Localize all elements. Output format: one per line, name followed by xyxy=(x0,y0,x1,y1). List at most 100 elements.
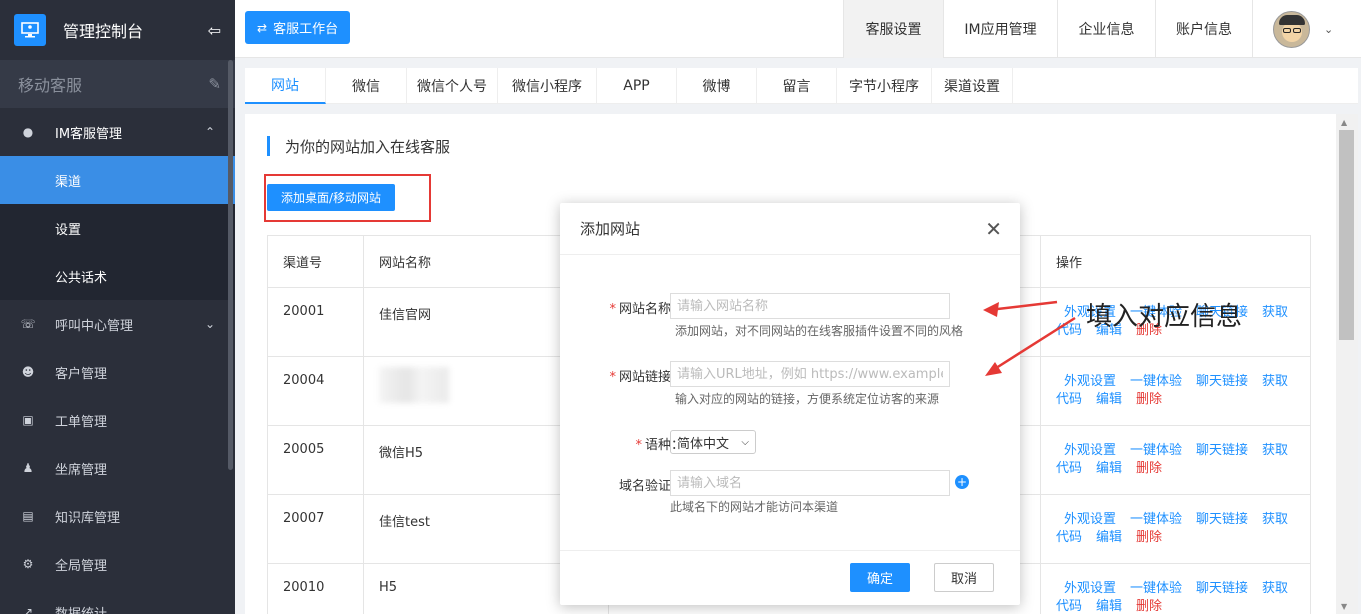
try-link[interactable]: 一键体验 xyxy=(1130,512,1182,527)
tab-channel-settings[interactable]: 渠道设置 xyxy=(932,68,1013,104)
annotation-text: 填入对应信息 xyxy=(1086,302,1243,332)
get-code-link[interactable]: 获取 xyxy=(1262,374,1288,389)
nav-label: 客服设置 xyxy=(865,22,922,38)
sidebar-item-stats[interactable]: ↗ 数据统计 xyxy=(0,588,235,614)
sidebar-item-customers[interactable]: ☻ 客户管理 xyxy=(0,348,235,396)
sidebar-item-public-phrases[interactable]: 公共话术 xyxy=(0,252,235,300)
get-code-link[interactable]: 获取 xyxy=(1262,443,1288,458)
sidebar-item-label: 坐席管理 xyxy=(55,462,108,478)
workbench-button[interactable]: ⇄ 客服工作台 xyxy=(245,11,351,44)
sidebar-item-label: 工单管理 xyxy=(55,414,108,430)
sidebar-subtitle[interactable]: 移动客服 ✎ xyxy=(0,60,235,108)
sidebar-item-tickets[interactable]: ▣ 工单管理 xyxy=(0,396,235,444)
tab-wechat[interactable]: 微信 xyxy=(326,68,407,104)
tab-bytedance-miniprogram[interactable]: 字节小程序 xyxy=(837,68,932,104)
tab-message[interactable]: 留言 xyxy=(757,68,837,104)
sidebar-item-knowledge[interactable]: ▤ 知识库管理 xyxy=(0,492,235,540)
site-name-input[interactable] xyxy=(670,293,950,319)
sidebar-item-call-center[interactable]: ☏ 呼叫中心管理 ⌄ xyxy=(0,300,235,348)
edit-icon[interactable]: ✎ xyxy=(208,75,221,93)
tab-label: 渠道设置 xyxy=(944,79,1000,95)
nav-company-info[interactable]: 企业信息 xyxy=(1057,0,1155,58)
workbench-label: 客服工作台 xyxy=(273,22,339,37)
edit-link[interactable]: 编辑 xyxy=(1096,599,1122,614)
dialog-header: 添加网站 ✕ xyxy=(560,203,1020,255)
edit-link[interactable]: 编辑 xyxy=(1096,461,1122,476)
nav-service-settings[interactable]: 客服设置 xyxy=(843,0,943,58)
domain-input[interactable] xyxy=(670,470,950,496)
get-code-link[interactable]: 获取 xyxy=(1262,581,1288,596)
sidebar: 管理控制台 ⇦ 移动客服 ✎ ● IM客服管理 ⌃ 渠道 设置 公共话术 ☏ 呼… xyxy=(0,0,235,614)
blurred-site-name xyxy=(379,367,449,403)
scroll-up-icon[interactable]: ▲ xyxy=(1341,118,1347,127)
close-icon[interactable]: ✕ xyxy=(985,217,1002,241)
appearance-link[interactable]: 外观设置 xyxy=(1064,581,1116,596)
code-link[interactable]: 代码 xyxy=(1056,599,1082,614)
tab-app[interactable]: APP xyxy=(597,68,677,104)
sidebar-item-channel[interactable]: 渠道 xyxy=(0,156,235,204)
col-channel-id: 渠道号 xyxy=(267,235,364,288)
chat-link[interactable]: 聊天链接 xyxy=(1196,374,1248,389)
edit-link[interactable]: 编辑 xyxy=(1096,530,1122,545)
tab-label: 留言 xyxy=(782,79,811,95)
delete-link[interactable]: 删除 xyxy=(1136,530,1162,545)
sidebar-scrollbar[interactable] xyxy=(228,60,233,470)
collapse-menu-icon[interactable]: ⇦ xyxy=(208,21,221,40)
language-select[interactable]: 简体中文 ⌵ xyxy=(670,430,756,454)
top-nav: 客服设置 IM应用管理 企业信息 账户信息 xyxy=(843,0,1252,58)
code-link[interactable]: 代码 xyxy=(1056,461,1082,476)
tab-website[interactable]: 网站 xyxy=(245,68,326,104)
channel-id: 20007 xyxy=(267,494,364,564)
actions-cell: 外观设置 一键体验 聊天链接 获取 代码 编辑 删除 xyxy=(1040,494,1311,564)
chat-link[interactable]: 聊天链接 xyxy=(1196,443,1248,458)
page-scrollbar-thumb[interactable] xyxy=(1339,130,1354,340)
sidebar-item-label: 呼叫中心管理 xyxy=(55,318,134,334)
try-link[interactable]: 一键体验 xyxy=(1130,374,1182,389)
language-value: 简体中文 xyxy=(677,436,730,452)
avatar[interactable] xyxy=(1273,10,1310,48)
try-link[interactable]: 一键体验 xyxy=(1130,443,1182,458)
get-code-link[interactable]: 获取 xyxy=(1262,305,1288,320)
switch-icon: ⇄ xyxy=(257,20,268,35)
add-domain-icon[interactable]: + xyxy=(955,475,969,489)
nav-im-apps[interactable]: IM应用管理 xyxy=(943,0,1057,58)
get-code-link[interactable]: 获取 xyxy=(1262,512,1288,527)
cancel-button[interactable]: 取消 xyxy=(934,563,994,592)
sidebar-item-global[interactable]: ⚙ 全局管理 xyxy=(0,540,235,588)
tab-weibo[interactable]: 微博 xyxy=(677,68,757,104)
sidebar-item-label: 知识库管理 xyxy=(55,510,121,526)
delete-link[interactable]: 删除 xyxy=(1136,599,1162,614)
appearance-link[interactable]: 外观设置 xyxy=(1064,512,1116,527)
delete-link[interactable]: 删除 xyxy=(1136,392,1162,407)
tab-label: 微博 xyxy=(702,79,731,95)
confirm-button[interactable]: 确定 xyxy=(850,563,910,592)
code-link[interactable]: 代码 xyxy=(1056,392,1082,407)
site-name: 微信H5 xyxy=(379,446,424,461)
scroll-down-icon[interactable]: ▼ xyxy=(1341,602,1347,611)
chevron-down-icon: ⌵ xyxy=(741,436,749,448)
top-bar: ⇄ 客服工作台 客服设置 IM应用管理 企业信息 账户信息 ⌄ xyxy=(235,0,1361,58)
sidebar-item-im[interactable]: ● IM客服管理 ⌃ xyxy=(0,108,235,156)
user-menu[interactable]: ⌄ xyxy=(1252,0,1361,58)
tab-wechat-miniprogram[interactable]: 微信小程序 xyxy=(498,68,597,104)
sidebar-item-label: 公共话术 xyxy=(55,270,108,286)
chevron-down-icon[interactable]: ⌄ xyxy=(1324,23,1333,36)
sidebar-item-settings[interactable]: 设置 xyxy=(0,204,235,252)
sidebar-item-agents[interactable]: ♟ 坐席管理 xyxy=(0,444,235,492)
nav-label: 企业信息 xyxy=(1078,22,1135,38)
add-website-dialog: 添加网站 ✕ *网站名称： 添加网站，对不同网站的在线客服插件设置不同的风格 *… xyxy=(560,203,1020,605)
nav-account-info[interactable]: 账户信息 xyxy=(1155,0,1252,58)
code-link[interactable]: 代码 xyxy=(1056,530,1082,545)
tab-wechat-personal[interactable]: 微信个人号 xyxy=(407,68,498,104)
tab-label: 微信个人号 xyxy=(417,79,487,95)
chat-link[interactable]: 聊天链接 xyxy=(1196,581,1248,596)
chat-link[interactable]: 聊天链接 xyxy=(1196,512,1248,527)
annotation-arrows xyxy=(983,300,1076,376)
delete-link[interactable]: 删除 xyxy=(1136,461,1162,476)
site-url-input[interactable] xyxy=(670,361,950,387)
edit-link[interactable]: 编辑 xyxy=(1096,392,1122,407)
appearance-link[interactable]: 外观设置 xyxy=(1064,443,1116,458)
try-link[interactable]: 一键体验 xyxy=(1130,581,1182,596)
chat-icon: ● xyxy=(22,125,34,139)
actions-cell: 外观设置 一键体验 聊天链接 获取 代码 编辑 删除 xyxy=(1040,563,1311,614)
